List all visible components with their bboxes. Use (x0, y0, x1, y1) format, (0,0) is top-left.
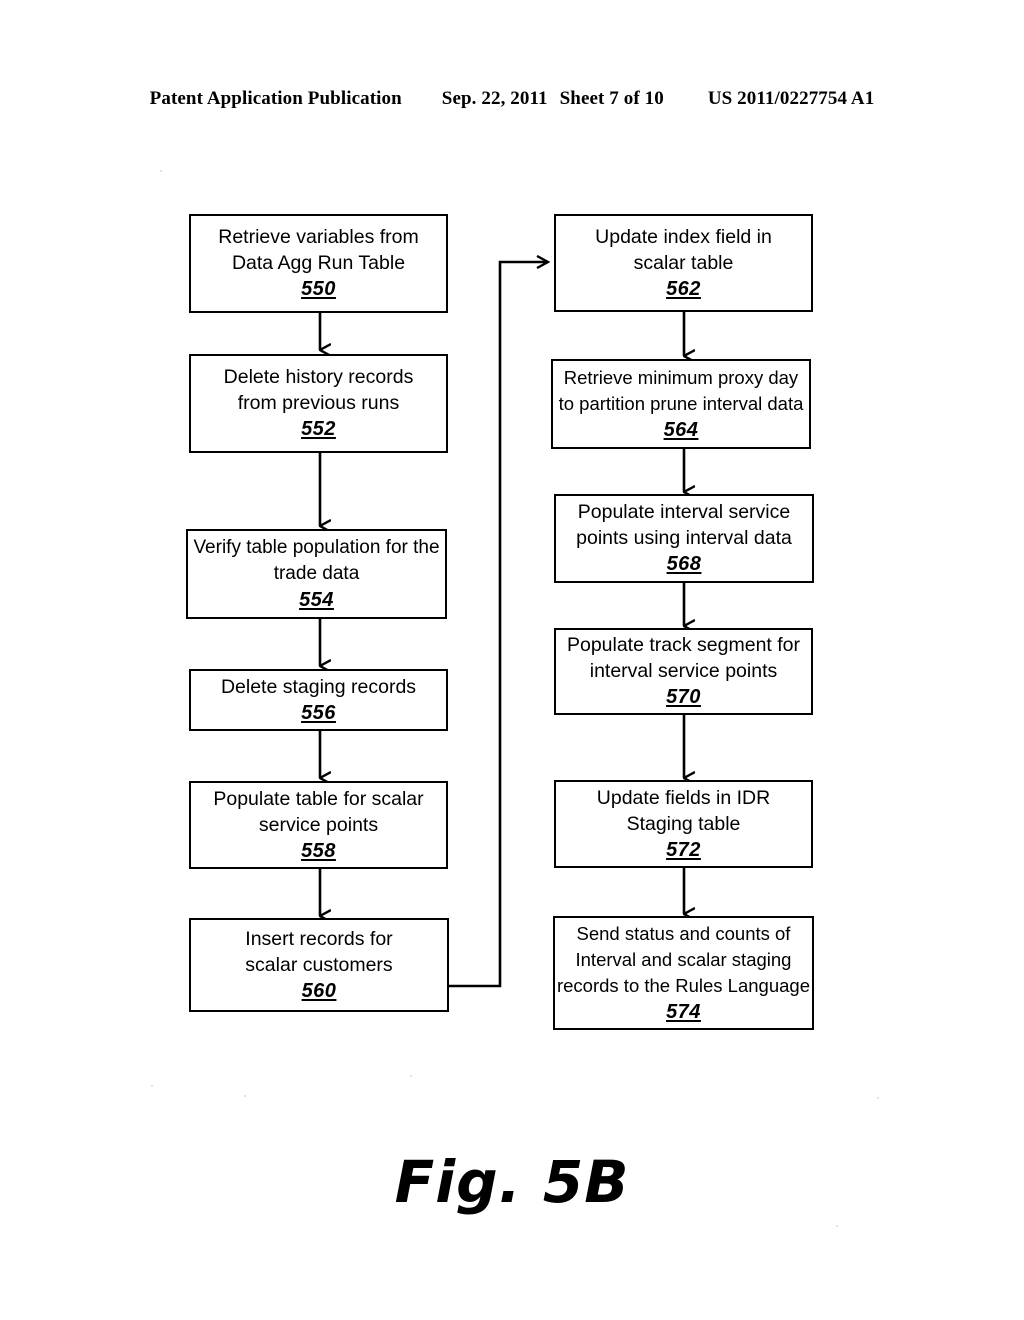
flowchart-connector-layer (318, 0, 1024, 988)
process-box-554-text: Verify table population for the trade da… (193, 536, 440, 584)
process-box-574-ref: 574 (666, 1000, 701, 1023)
process-box-556-ref: 556 (301, 701, 336, 724)
process-box-556-text: Delete staging records (220, 675, 417, 698)
process-box-568-text: Populate interval service points using i… (576, 501, 792, 549)
scan-speckle (877, 1097, 879, 1099)
process-box-562-text: Update index field in scalar table (595, 225, 772, 274)
process-box-550-text: Retrieve variables from Data Agg Run Tab… (218, 226, 419, 274)
process-box-574-text: Send status and counts of Interval and s… (556, 922, 810, 996)
process-box-572-ref: 572 (666, 838, 701, 861)
process-box-554-ref: 554 (299, 588, 334, 611)
flowchart-diagram: Retrieve variables from Data Agg Run Tab… (0, 0, 1024, 1320)
process-box-560-text: Insert records for scalar customers (245, 927, 393, 976)
process-box-570[interactable]: Populate track segment for interval serv… (554, 628, 813, 715)
figure-caption: Fig. 5B (394, 1148, 630, 1216)
process-box-564-ref: 564 (663, 418, 699, 441)
process-box-558-ref: 558 (301, 839, 336, 862)
process-box-568[interactable]: Populate interval service points using i… (554, 494, 814, 583)
process-box-564[interactable]: Retrieve minimum proxy day to partition … (551, 359, 811, 449)
process-box-570-text: Populate track segment for interval serv… (566, 634, 801, 682)
process-box-572[interactable]: Update fields in IDR Staging table 572 (554, 780, 813, 868)
process-box-552-ref: 552 (301, 418, 336, 440)
process-box-552[interactable]: Delete history records from previous run… (189, 354, 448, 453)
process-box-560[interactable]: Insert records for scalar customers 560 (189, 918, 449, 1012)
process-box-572-text: Update fields in IDR Staging table (596, 786, 771, 835)
process-box-554[interactable]: Verify table population for the trade da… (186, 529, 447, 619)
scan-speckle (836, 1225, 838, 1227)
process-box-558[interactable]: Populate table for scalar service points… (189, 781, 448, 869)
process-box-550-ref: 550 (301, 278, 336, 300)
process-box-564-text: Retrieve minimum proxy day to partition … (558, 366, 804, 414)
connector-560-562 (449, 262, 548, 988)
process-box-568-ref: 568 (666, 553, 702, 575)
scan-speckle (244, 1095, 246, 1097)
process-box-556[interactable]: Delete staging records 556 (189, 669, 448, 731)
process-box-558-text: Populate table for scalar service points (213, 787, 424, 836)
process-box-570-ref: 570 (666, 686, 701, 708)
process-box-552-text: Delete history records from previous run… (223, 366, 414, 414)
process-box-562[interactable]: Update index field in scalar table 562 (554, 214, 813, 312)
process-box-550[interactable]: Retrieve variables from Data Agg Run Tab… (189, 214, 448, 313)
scan-speckle (151, 1085, 153, 1087)
scan-speckle (160, 170, 162, 172)
process-box-562-ref: 562 (666, 277, 701, 300)
scan-speckle (410, 1075, 412, 1077)
process-box-560-ref: 560 (301, 979, 337, 1002)
process-box-574[interactable]: Send status and counts of Interval and s… (553, 916, 814, 1030)
